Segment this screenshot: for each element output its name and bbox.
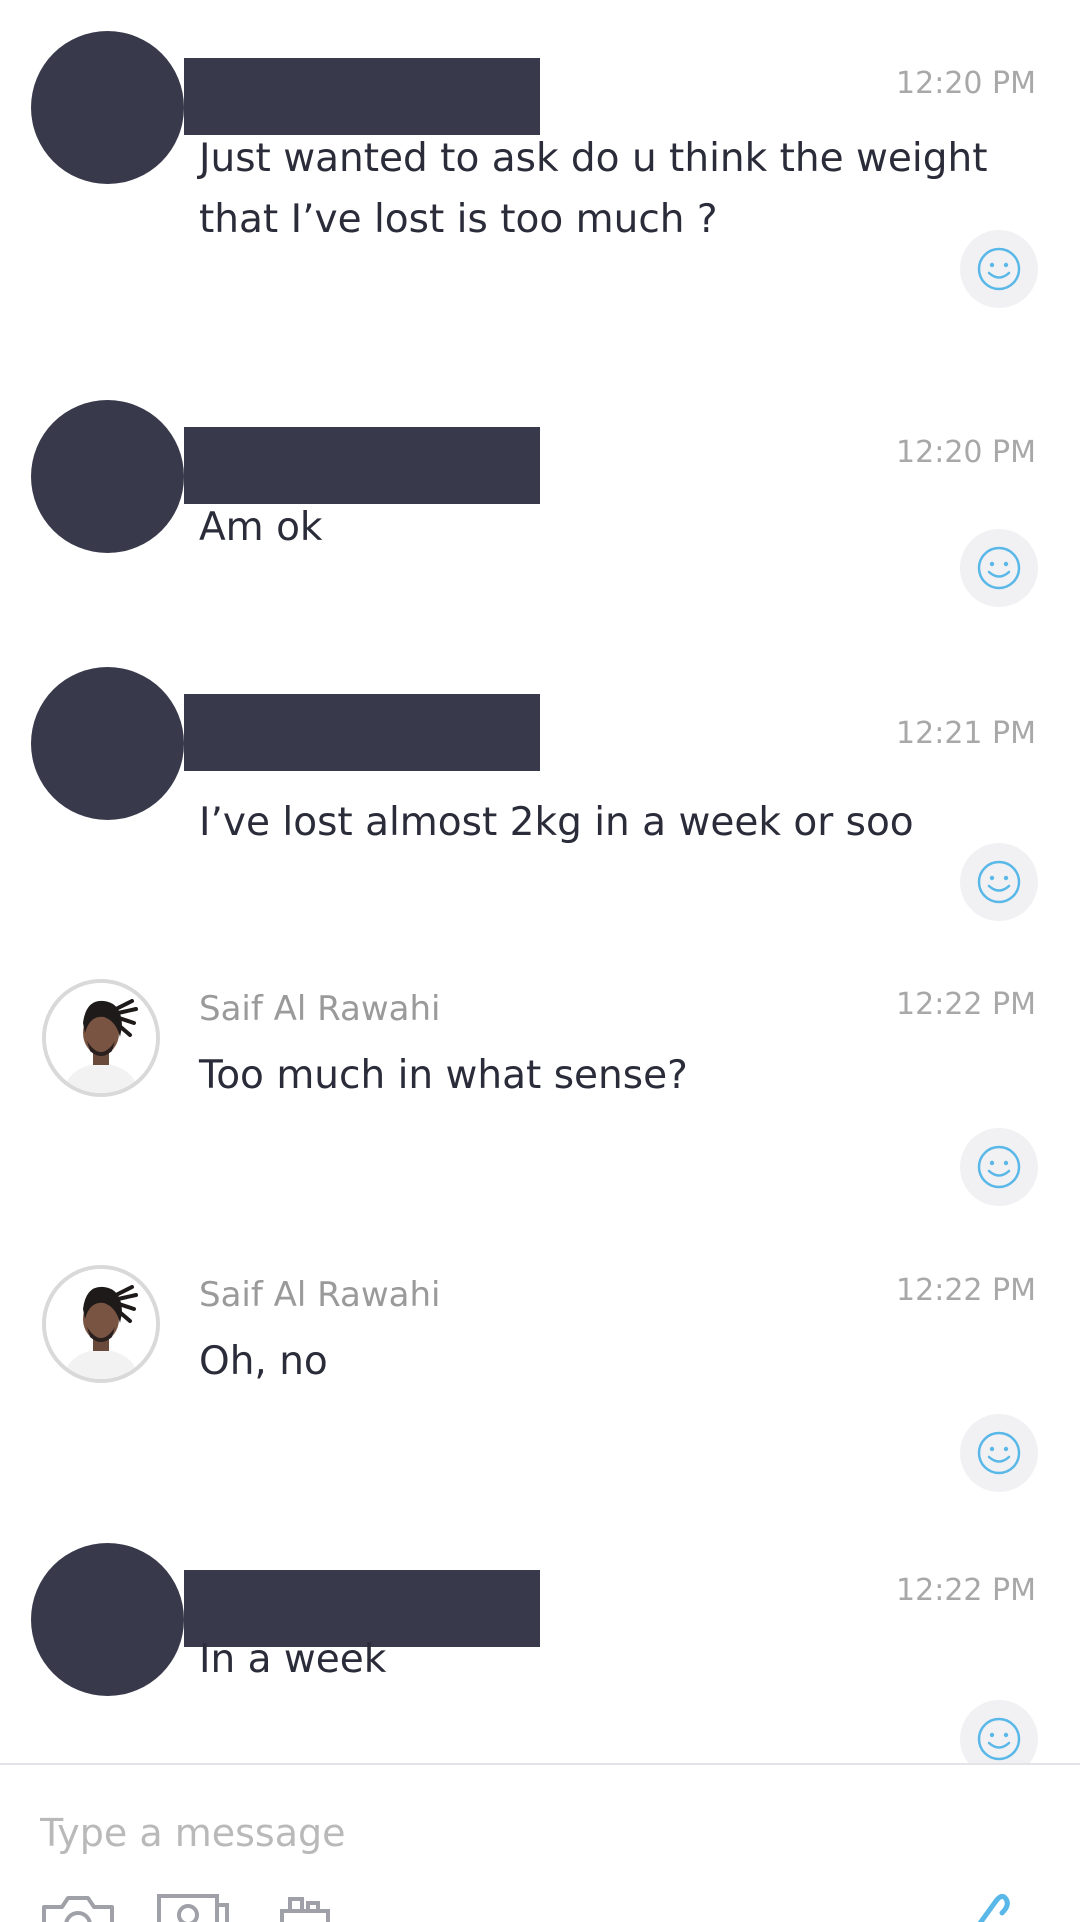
profile-photo-icon: [46, 1269, 156, 1379]
add-reaction-button[interactable]: [960, 230, 1038, 308]
add-reaction-button[interactable]: [960, 1414, 1038, 1492]
message-text: Am ok: [199, 505, 323, 550]
add-reaction-button[interactable]: [960, 1700, 1038, 1763]
image-icon[interactable]: [156, 1893, 230, 1922]
add-reaction-button[interactable]: [960, 1128, 1038, 1206]
briefcase-icon[interactable]: [278, 1895, 334, 1922]
add-reaction-button[interactable]: [960, 843, 1038, 921]
sender-name-redacted: [184, 58, 540, 135]
message-composer: [0, 1763, 1080, 1922]
message-item: Saif Al Rawahi 12:22 PM Oh, no: [0, 1223, 1080, 1509]
avatar-redacted[interactable]: [31, 31, 184, 184]
smiley-icon: [977, 1431, 1021, 1475]
message-timestamp: 12:20 PM: [896, 435, 1036, 470]
message-timestamp: 12:20 PM: [896, 66, 1036, 101]
avatar-redacted[interactable]: [31, 667, 184, 820]
smiley-icon: [977, 860, 1021, 904]
message-text: Oh, no: [199, 1339, 328, 1384]
message-item: 12:20 PM Just wanted to ask do u think t…: [0, 0, 1080, 308]
message-item: 12:22 PM In a week: [0, 1512, 1080, 1763]
message-item: 12:20 PM Am ok: [0, 369, 1080, 655]
message-timestamp: 12:22 PM: [896, 1573, 1036, 1608]
message-input[interactable]: [40, 1803, 940, 1863]
message-text: In a week: [199, 1637, 387, 1682]
message-item: Saif Al Rawahi 12:22 PM Too much in what…: [0, 937, 1080, 1223]
sender-name-redacted: [184, 694, 540, 771]
avatar-redacted[interactable]: [31, 400, 184, 553]
sender-name: Saif Al Rawahi: [199, 1275, 441, 1315]
message-timestamp: 12:22 PM: [896, 987, 1036, 1022]
camera-icon[interactable]: [40, 1895, 116, 1922]
chat-message-list[interactable]: 12:20 PM Just wanted to ask do u think t…: [0, 0, 1080, 1763]
sender-name-redacted: [184, 427, 540, 504]
message-timestamp: 12:21 PM: [896, 716, 1036, 751]
smiley-icon: [977, 1717, 1021, 1761]
attach-icon[interactable]: [962, 1891, 1012, 1922]
smiley-icon: [977, 1145, 1021, 1189]
message-timestamp: 12:22 PM: [896, 1273, 1036, 1308]
message-text: Just wanted to ask do u think the weight…: [199, 136, 988, 242]
profile-photo-icon: [46, 983, 156, 1093]
message-text: Too much in what sense?: [199, 1053, 688, 1098]
avatar[interactable]: [42, 979, 160, 1097]
add-reaction-button[interactable]: [960, 529, 1038, 607]
sender-name: Saif Al Rawahi: [199, 989, 441, 1029]
message-text: I’ve lost almost 2kg in a week or soo: [199, 800, 914, 845]
smiley-icon: [977, 247, 1021, 291]
avatar[interactable]: [42, 1265, 160, 1383]
avatar-redacted[interactable]: [31, 1543, 184, 1696]
smiley-icon: [977, 546, 1021, 590]
message-item: 12:21 PM I’ve lost almost 2kg in a week …: [0, 636, 1080, 922]
